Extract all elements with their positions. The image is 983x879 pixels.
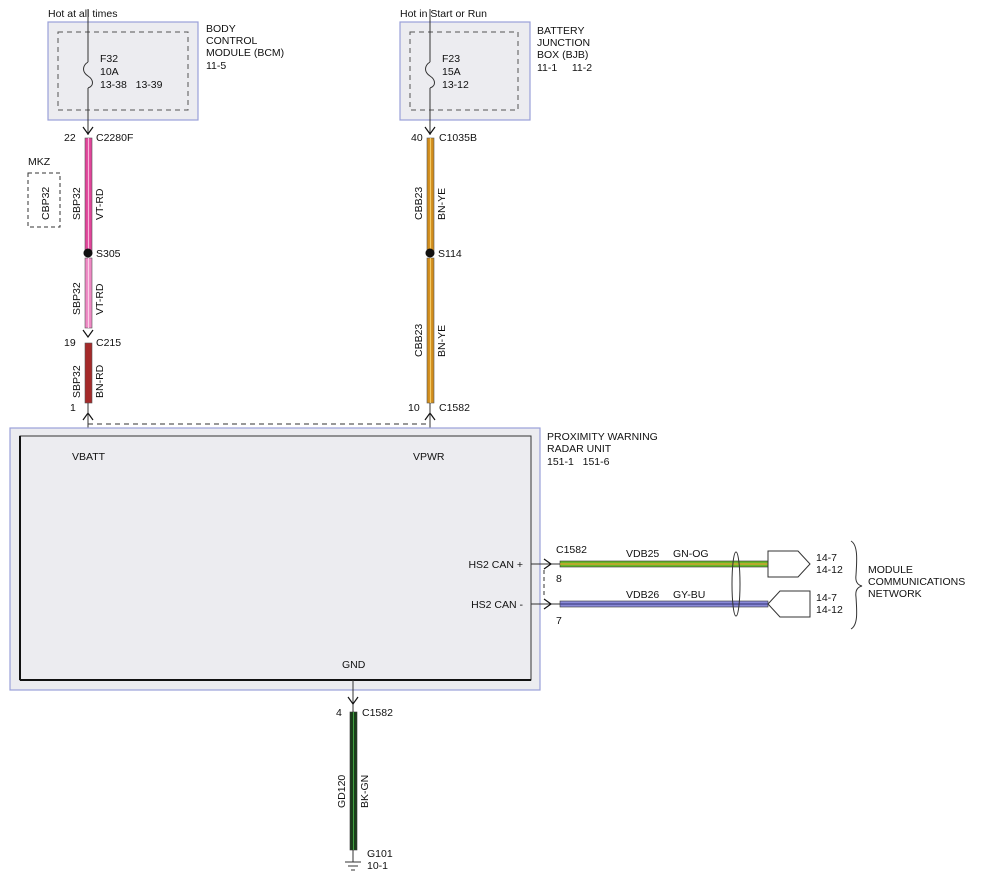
bcm-fuse-rating: 10A: [100, 66, 119, 78]
ground-color: BK-GN: [359, 775, 371, 808]
left-connector-mid: C215: [96, 337, 121, 349]
bjb-header: Hot in Start or Run: [400, 8, 487, 20]
ground-id: G101: [367, 848, 393, 860]
left-seg3-color: BN-RD: [94, 364, 106, 398]
right-seg2-circuit: CBB23: [413, 324, 425, 357]
bjb-page-ref: 11-1 11-2: [537, 62, 592, 74]
left-seg1-color: VT-RD: [94, 188, 106, 220]
can-plus-color: GN-OG: [673, 548, 709, 560]
ground-ref: 10-1: [367, 860, 388, 872]
bcm-title-1: BODY: [206, 23, 236, 35]
right-seg1-color: BN-YE: [436, 188, 448, 220]
can-plus-circuit: VDB25: [626, 548, 659, 560]
bjb-fuse-rating: 15A: [442, 66, 461, 78]
can-minus-color: GY-BU: [673, 589, 705, 601]
left-seg1-circuit: SBP32: [71, 187, 83, 220]
right-seg1-circuit: CBB23: [413, 187, 425, 220]
left-pin-mid: 19: [64, 337, 76, 349]
connector-chevron-icon: [82, 329, 94, 339]
can-minus-ref1: 14-7: [816, 592, 837, 604]
radar-pin-gnd: GND: [342, 659, 366, 671]
network-arrow-out-icon: [767, 550, 811, 578]
ground-symbol-icon: [345, 861, 361, 871]
radar-pin-can-minus: HS2 CAN -: [471, 599, 523, 611]
ground-pin: 4: [336, 707, 342, 719]
right-splice: S114: [438, 248, 462, 260]
bjb-title-2: JUNCTION: [537, 37, 590, 49]
left-connector-top: C2280F: [96, 132, 133, 144]
bjb-title-3: BOX (BJB): [537, 49, 588, 61]
can-pin-minus: 7: [556, 615, 562, 627]
radar-title-1: PROXIMITY WARNING: [547, 431, 658, 443]
bjb-title-1: BATTERY: [537, 25, 584, 37]
network-label-2: COMMUNICATIONS: [868, 576, 965, 588]
bcm-header: Hot at all times: [48, 8, 117, 20]
radar-unit-inner: [19, 435, 532, 681]
bjb-fuse-id: F23: [442, 53, 460, 65]
wiring-diagram: Hot at all times F32 10A 13-38 13-39 BOD…: [0, 0, 983, 879]
can-connector: C1582: [556, 544, 587, 556]
radar-title-2: RADAR UNIT: [547, 443, 612, 455]
can-pin-plus: 8: [556, 573, 562, 585]
left-seg2-circuit: SBP32: [71, 282, 83, 315]
option-label: MKZ: [28, 156, 51, 168]
left-pin-top: 22: [64, 132, 76, 144]
right-connector-bottom: C1582: [439, 402, 470, 414]
bcm-fuse-refs: 13-38 13-39: [100, 79, 163, 91]
can-plus-ref1: 14-7: [816, 552, 837, 564]
bjb-fuse-refs: 13-12: [442, 79, 469, 91]
radar-page-ref: 151-1 151-6: [547, 456, 610, 468]
left-splice: S305: [96, 248, 121, 260]
right-connector-top: C1035B: [439, 132, 477, 144]
right-seg2-color: BN-YE: [436, 325, 448, 357]
radar-pin-can-plus: HS2 CAN +: [468, 559, 523, 571]
splice-dot-icon: [83, 248, 93, 258]
network-label-3: NETWORK: [868, 588, 922, 600]
bcm-title-2: CONTROL: [206, 35, 257, 47]
option-circuit: CBP32: [40, 187, 52, 220]
left-pin-bottom: 1: [70, 402, 76, 414]
ground-connector: C1582: [362, 707, 393, 719]
splice-dot-icon: [425, 248, 435, 258]
brace-icon: [850, 540, 863, 630]
right-pin-top: 40: [411, 132, 423, 144]
left-seg3-circuit: SBP32: [71, 365, 83, 398]
radar-pin-vpwr: VPWR: [413, 451, 445, 463]
wiring-diagram-canvas: Hot at all times F32 10A 13-38 13-39 BOD…: [9, 8, 965, 872]
bcm-fuse-id: F32: [100, 53, 118, 65]
right-pin-bottom: 10: [408, 402, 420, 414]
radar-pin-vbatt: VBATT: [72, 451, 106, 463]
can-minus-circuit: VDB26: [626, 589, 659, 601]
ground-circuit: GD120: [336, 775, 348, 808]
bcm-title-3: MODULE (BCM): [206, 47, 284, 59]
bcm-box: [47, 21, 199, 121]
network-label-1: MODULE: [868, 564, 913, 576]
left-seg2-color: VT-RD: [94, 283, 106, 315]
bjb-box: [399, 21, 531, 121]
network-arrow-in-icon: [767, 590, 811, 618]
can-plus-ref2: 14-12: [816, 564, 843, 576]
can-minus-ref2: 14-12: [816, 604, 843, 616]
wire-sbp32-bn-rd: [84, 342, 93, 404]
bcm-page-ref: 11-5: [206, 60, 226, 72]
